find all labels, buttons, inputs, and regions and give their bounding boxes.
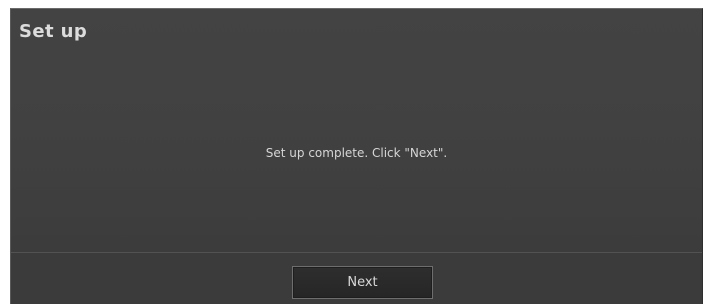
- dialog-footer: Next: [11, 252, 702, 304]
- dialog-content: Set up Set up complete. Click "Next".: [11, 9, 702, 252]
- setup-complete-message: Set up complete. Click "Next".: [265, 146, 448, 160]
- dialog-title: Set up: [19, 21, 88, 42]
- setup-dialog: Set up Set up complete. Click "Next". Ne…: [10, 8, 703, 304]
- next-button[interactable]: Next: [292, 266, 433, 299]
